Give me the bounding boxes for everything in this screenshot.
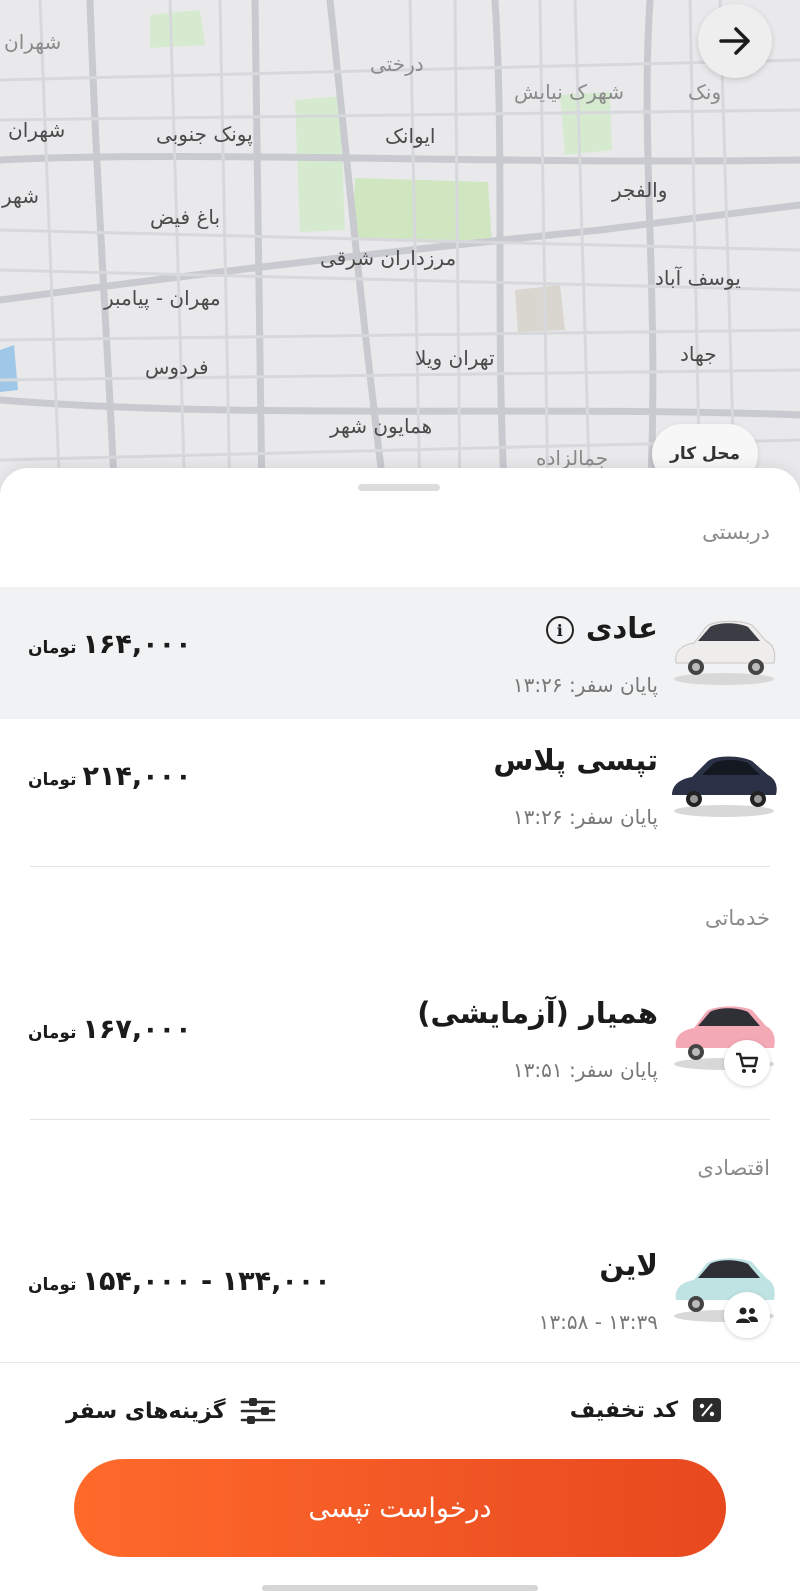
section-title-services: خدماتی [705,906,770,930]
info-icon[interactable]: i [545,616,574,644]
request-ride-button[interactable]: درخواست تپسی [74,1459,726,1557]
ride-name: همیار (آزمایشی) [417,996,658,1030]
map-label: مرزداران شرقی [320,246,457,270]
map-label: باغ فیض [150,205,221,229]
map-label: شهران [4,30,62,54]
map-label: درختی [370,52,424,76]
divider [30,866,770,867]
price-amount: ۱۶۷,۰۰۰ [82,1014,192,1045]
price-amount: ۲۱۴,۰۰۰ [82,761,192,792]
drag-handle[interactable] [358,484,440,491]
discount-icon [693,1398,721,1422]
ride-name: لاین [599,1248,658,1282]
car-icon [674,620,776,685]
price-unit: تومان [28,638,77,658]
section-title-private: دربستی [702,520,770,544]
ride-price: ۱۶۴,۰۰۰ تومان [28,629,192,660]
bottom-action-bar: کد تخفیف گزینه‌های سفر درخواست تپسی [0,1362,800,1591]
map-label: والفجر [612,178,668,202]
map-label: جمالزاده [536,446,609,470]
ride-eta: پایان سفر: ۱۳:۵۱ [512,1058,658,1082]
price-amount: ۱۶۴,۰۰۰ [82,629,192,660]
price-unit: تومان [28,1275,77,1295]
ride-price: ۱۳۴,۰۰۰ - ۱۵۴,۰۰۰ تومان [28,1266,331,1297]
saved-place-label: محل کار [670,444,740,464]
price-unit: تومان [28,1023,77,1043]
ride-eta: پایان سفر: ۱۳:۲۶ [512,673,658,697]
ride-option-normal[interactable]: عادیi پایان سفر: ۱۳:۲۶ ۱۶۴,۰۰۰ تومان [0,587,800,719]
ride-option-plus[interactable]: تپسی پلاس پایان سفر: ۱۳:۲۶ ۲۱۴,۰۰۰ تومان [0,719,800,851]
map-label: ایوانک [385,124,436,148]
cart-badge [724,1040,770,1086]
cart-icon [736,1052,759,1073]
map-label: تهران ویلا [415,346,495,370]
map-label: یوسف آباد [655,266,741,290]
car-icon [672,756,777,817]
people-icon [736,1307,758,1323]
back-button[interactable] [698,4,772,78]
section-title-economy: اقتصادی [697,1156,770,1180]
price-unit: تومان [28,770,77,790]
people-badge [724,1292,770,1338]
ride-eta: ۱۳:۳۹ - ۱۳:۵۸ [538,1310,658,1334]
map-label: شهر [2,184,40,208]
ride-name: تپسی پلاس [493,743,658,777]
sliders-icon [240,1398,275,1424]
map-view[interactable]: شهران درختی شهرک نیایش ونک شهران پونک جن… [0,0,800,500]
ride-option-line[interactable]: لاین ۱۳:۳۹ - ۱۳:۵۸ ۱۳۴,۰۰۰ - ۱۵۴,۰۰۰ توم… [0,1224,800,1356]
map-label: شهرک نیایش [514,80,625,104]
ride-price: ۲۱۴,۰۰۰ تومان [28,761,192,792]
request-ride-label: درخواست تپسی [308,1492,492,1524]
map-label: همایون شهر [330,414,433,438]
ride-eta: پایان سفر: ۱۳:۲۶ [512,805,658,829]
map-label: پونک جنوبی [156,122,253,146]
discount-code-label: کد تخفیف [569,1397,678,1423]
map-label: ونک [688,80,722,104]
price-amount: ۱۳۴,۰۰۰ - ۱۵۴,۰۰۰ [82,1266,331,1297]
ride-price: ۱۶۷,۰۰۰ تومان [28,1014,192,1045]
map-label: شهران [8,118,66,142]
discount-code-button[interactable]: کد تخفیف [570,1397,722,1423]
home-indicator [262,1585,538,1591]
trip-options-button[interactable]: گزینه‌های سفر [66,1397,276,1425]
ride-name: عادیi [545,611,658,645]
map-label: جهاد [680,342,717,366]
map-label: مهران - پیامبر [104,286,221,310]
arrow-right-icon [719,27,750,55]
trip-options-label: گزینه‌های سفر [66,1398,226,1424]
map-label: فردوس [145,355,209,379]
divider [30,1119,770,1120]
ride-option-hamyar[interactable]: همیار (آزمایشی) پایان سفر: ۱۳:۵۱ ۱۶۷,۰۰۰… [0,972,800,1104]
